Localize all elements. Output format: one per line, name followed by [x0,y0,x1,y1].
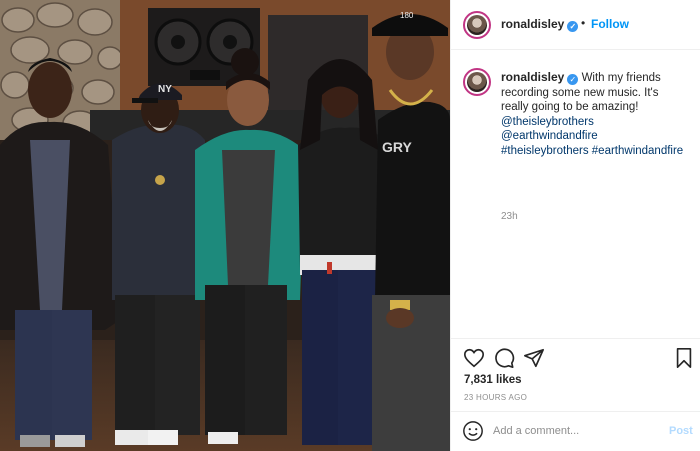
verified-badge-icon: ✓ [567,74,579,85]
caption-username[interactable]: ronaldisley [501,70,564,84]
separator-dot: • [581,16,586,30]
hashtag-earthwindandfire[interactable]: #earthwindandfire [592,145,683,157]
username-text[interactable]: ronaldisley [501,17,564,31]
post-header: ronaldisley ✓ • Follow [451,0,700,50]
header-username[interactable]: ronaldisley ✓ [501,17,579,32]
comment-input[interactable] [493,420,653,442]
caption-timestamp: 23h [501,211,518,222]
bookmark-icon[interactable] [673,347,695,369]
svg-text:GRY: GRY [382,139,412,155]
caption-avatar[interactable] [463,68,491,96]
svg-text:NY: NY [158,84,172,95]
share-icon[interactable] [523,347,545,369]
post-side-panel: ronaldisley ✓ • Follow ronaldisley ✓ With … [450,0,700,451]
comment-bar: Post [451,411,700,451]
caption-text-block: ronaldisley ✓ With my friends recording s… [501,70,689,158]
caption-tag-1[interactable]: @theisleybrothers @earthwindandfire [501,115,689,144]
avatar-image [467,72,487,92]
svg-text:180: 180 [400,11,414,20]
tag-theisleybrothers[interactable]: @theisleybrothers [501,116,594,128]
post-timestamp[interactable]: 23 HOURS AGO [464,393,527,402]
tag-earthwindandfire[interactable]: @earthwindandfire [501,130,598,142]
avatar[interactable] [463,11,491,39]
caption-tag-2[interactable]: #theisleybrothers #earthwindandfire [501,144,689,159]
verified-badge-icon: ✓ [567,21,579,32]
follow-button[interactable]: Follow [591,17,629,31]
post-actions: 7,831 likes 23 HOURS AGO Post [451,338,700,450]
hashtag-theisleybrothers[interactable]: #theisleybrothers [501,145,589,157]
post-comment-button[interactable]: Post [669,425,693,437]
emoji-icon[interactable] [462,420,484,442]
avatar-image [467,15,487,35]
heart-icon[interactable] [463,347,485,369]
studio-group-photo: NY GRY 180 [0,0,450,451]
likes-count[interactable]: 7,831 likes [464,374,522,386]
post-photo[interactable]: NY GRY 180 [0,0,450,451]
comment-icon[interactable] [493,347,515,369]
